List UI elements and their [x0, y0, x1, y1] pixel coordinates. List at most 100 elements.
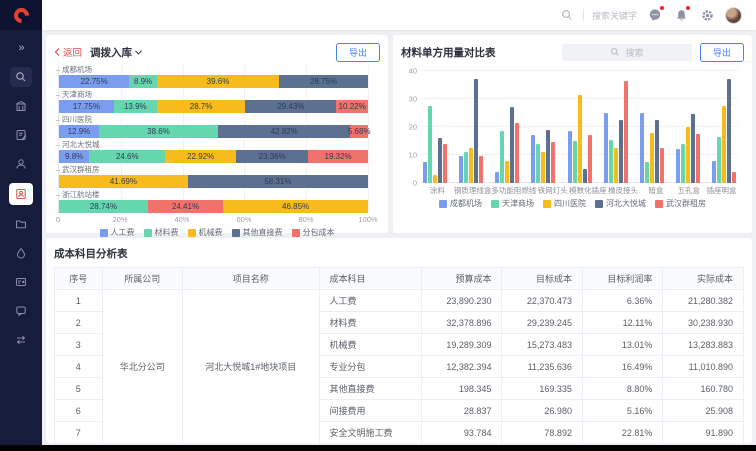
- sidebar-expand-icon[interactable]: »: [10, 38, 32, 58]
- legend-item[interactable]: 机械费: [188, 227, 223, 238]
- bar-segment[interactable]: 46.85%: [223, 200, 368, 213]
- bar[interactable]: [515, 123, 519, 183]
- bar[interactable]: [536, 144, 540, 183]
- bar[interactable]: [588, 135, 592, 183]
- bell-icon[interactable]: [673, 7, 689, 23]
- bar[interactable]: [505, 161, 509, 183]
- legend-item[interactable]: 分包成本: [292, 227, 335, 238]
- bar-segment[interactable]: 28.74%: [59, 200, 148, 213]
- bar-segment[interactable]: 41.69%: [59, 175, 188, 188]
- legend-item[interactable]: 其他直接费: [232, 227, 283, 238]
- bar[interactable]: [479, 156, 483, 183]
- export-button[interactable]: 导出: [700, 43, 744, 62]
- sidebar-item-document[interactable]: [10, 125, 32, 145]
- bar-segment[interactable]: 29.43%: [245, 100, 336, 113]
- bar[interactable]: [609, 140, 613, 183]
- bar[interactable]: [624, 81, 628, 183]
- global-search[interactable]: 搜索关键字: [559, 7, 637, 23]
- messages-icon[interactable]: [647, 7, 663, 23]
- bar[interactable]: [495, 172, 499, 183]
- bar-segment[interactable]: 22.75%: [59, 75, 129, 88]
- bar[interactable]: [459, 156, 463, 183]
- bar[interactable]: [650, 133, 654, 183]
- bar[interactable]: [433, 175, 437, 183]
- sidebar-item-user[interactable]: [10, 154, 32, 174]
- bar-segment[interactable]: 19.32%: [308, 150, 368, 163]
- legend-item[interactable]: 河北大悦城: [595, 198, 646, 209]
- search-placeholder[interactable]: 搜索关键字: [592, 9, 637, 22]
- bar-segment[interactable]: 24.6%: [89, 150, 165, 163]
- bar[interactable]: [655, 120, 659, 183]
- bar-segment[interactable]: 22.92%: [165, 150, 236, 163]
- bar[interactable]: [438, 138, 442, 183]
- bar[interactable]: [573, 141, 577, 183]
- bar[interactable]: [568, 131, 572, 183]
- legend-item[interactable]: 人工费: [100, 227, 135, 238]
- bar[interactable]: [423, 162, 427, 183]
- bar[interactable]: [691, 114, 695, 183]
- bar[interactable]: [619, 120, 623, 183]
- bar[interactable]: [640, 113, 644, 183]
- bar-segment[interactable]: 8.9%: [129, 75, 157, 88]
- bar[interactable]: [681, 144, 685, 183]
- bar-segment[interactable]: 28.7%: [157, 100, 246, 113]
- bar[interactable]: [443, 144, 447, 183]
- bar-segment[interactable]: 12.9%: [59, 125, 99, 138]
- legend-item[interactable]: 武汉群租房: [655, 198, 706, 209]
- bar[interactable]: [469, 148, 473, 183]
- bar[interactable]: [541, 152, 545, 183]
- sidebar-item-library[interactable]: [10, 96, 32, 116]
- user-avatar[interactable]: [725, 7, 742, 24]
- app-logo[interactable]: [0, 0, 42, 30]
- bar-segment[interactable]: 23.36%: [236, 150, 308, 163]
- legend-item[interactable]: 成都机场: [439, 198, 482, 209]
- bar-segment[interactable]: 9.8%: [59, 150, 89, 163]
- panel-title[interactable]: 调拨入库: [90, 45, 142, 60]
- bar[interactable]: [676, 149, 680, 183]
- bar[interactable]: [464, 152, 468, 183]
- bar-segment[interactable]: 28.75%: [279, 75, 368, 88]
- bar[interactable]: [686, 127, 690, 183]
- bar[interactable]: [712, 161, 716, 183]
- export-button[interactable]: 导出: [336, 43, 380, 62]
- sidebar-item-droplet[interactable]: [10, 243, 32, 263]
- bar[interactable]: [546, 130, 550, 183]
- bar[interactable]: [732, 172, 736, 183]
- bar[interactable]: [531, 135, 535, 183]
- bar-segment[interactable]: 13.9%: [114, 100, 157, 113]
- bar[interactable]: [510, 107, 514, 183]
- bar-segment[interactable]: 24.41%: [148, 200, 223, 213]
- legend-item[interactable]: 天津商场: [491, 198, 534, 209]
- bar-segment[interactable]: 5.68%: [350, 125, 368, 138]
- bar-segment[interactable]: 10.22%: [336, 100, 368, 113]
- bar-segment[interactable]: 39.6%: [157, 75, 279, 88]
- sidebar-item-card[interactable]: [10, 272, 32, 292]
- bar-segment[interactable]: 58.31%: [188, 175, 368, 188]
- bar[interactable]: [727, 79, 731, 183]
- bar-segment[interactable]: 38.6%: [99, 125, 218, 138]
- chart-search-input[interactable]: 搜索: [562, 44, 692, 61]
- bar[interactable]: [474, 79, 478, 183]
- bar[interactable]: [614, 148, 618, 183]
- settings-gear-icon[interactable]: [699, 7, 715, 23]
- bar[interactable]: [696, 134, 700, 183]
- bar[interactable]: [660, 148, 664, 183]
- legend-item[interactable]: 四川医院: [543, 198, 586, 209]
- bar[interactable]: [578, 95, 582, 183]
- bar[interactable]: [500, 131, 504, 183]
- bar-segment[interactable]: 17.75%: [59, 100, 114, 113]
- bar[interactable]: [583, 169, 587, 183]
- bar[interactable]: [428, 106, 432, 183]
- legend-item[interactable]: 材料费: [144, 227, 179, 238]
- bar[interactable]: [645, 162, 649, 183]
- back-button[interactable]: 返回: [54, 45, 82, 59]
- sidebar-item-member-active[interactable]: [9, 183, 33, 205]
- sidebar-item-chat[interactable]: [10, 301, 32, 321]
- sidebar-item-search[interactable]: [10, 67, 32, 87]
- sidebar-item-folder[interactable]: [10, 214, 32, 234]
- bar-segment[interactable]: 42.82%: [218, 125, 350, 138]
- bar[interactable]: [717, 137, 721, 183]
- bar[interactable]: [551, 142, 555, 183]
- bar[interactable]: [722, 106, 726, 183]
- table-row[interactable]: 1华北分公司河北大悦城1#地块项目人工费23,890.23022,370.473…: [55, 290, 744, 312]
